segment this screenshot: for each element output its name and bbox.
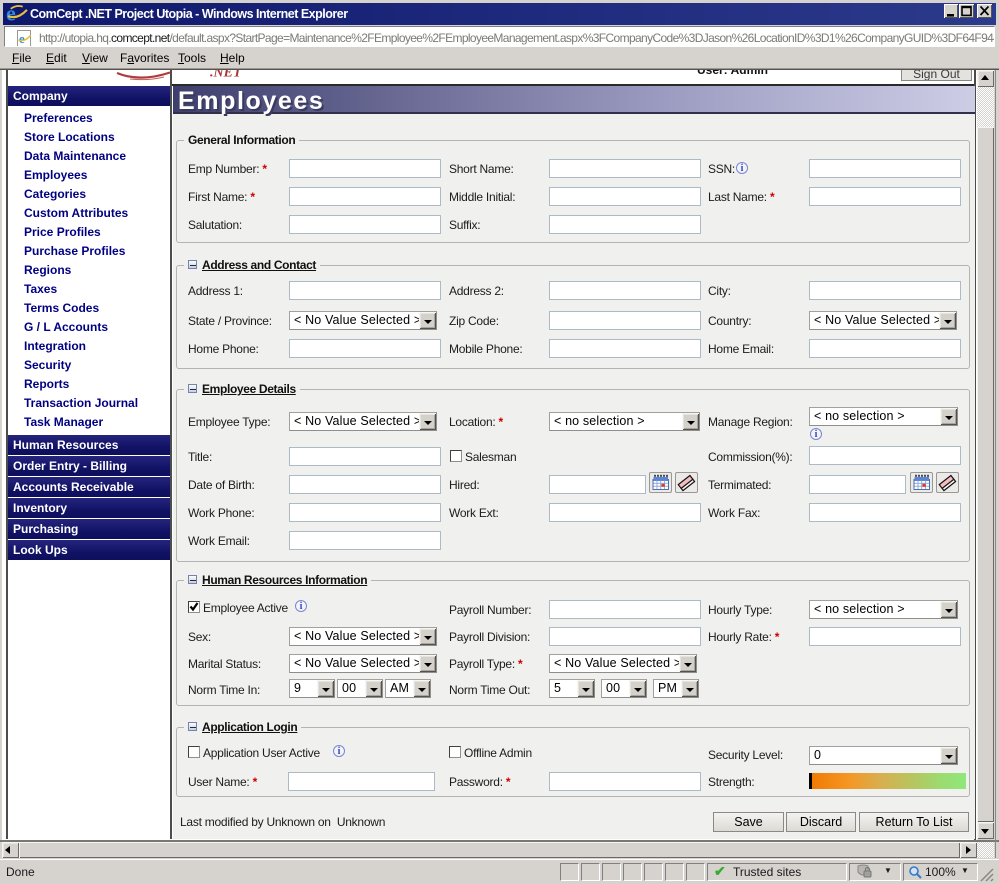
svg-text:e: e xyxy=(6,2,16,24)
svg-text:.NET: .NET xyxy=(210,70,243,81)
svg-text:e: e xyxy=(19,31,25,46)
